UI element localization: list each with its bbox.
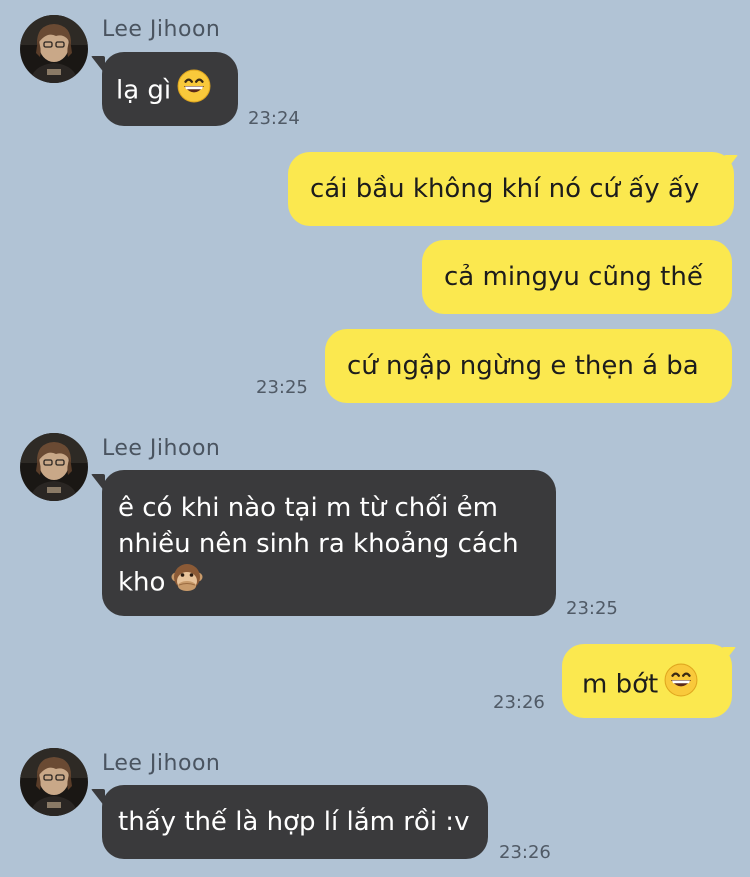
message-bubble-incoming[interactable]: lạ gì [102,52,238,126]
message-text: lạ gì [116,75,172,106]
message-bubble-incoming[interactable]: thấy thế là hợp lí lắm rồi :v [102,785,488,859]
sender-name: Lee Jihoon [102,751,221,776]
message-bubble-outgoing[interactable]: cả mingyu cũng thế [422,240,732,314]
message-text: thấy thế là hợp lí lắm rồi :v [118,807,470,837]
message-timestamp: 23:24 [248,108,300,129]
grinning-face-icon [664,662,699,707]
message-text: m bớt [582,669,659,700]
message-text: cả mingyu cũng thế [444,262,703,292]
message-bubble-incoming[interactable]: ê có khi nào tại m từ chối ẻm nhiều nên … [102,470,556,616]
grinning-face-icon [177,68,212,113]
message-timestamp: 23:25 [256,377,308,398]
message-bubble-outgoing[interactable]: m bớt [562,644,732,718]
message-timestamp: 23:26 [499,842,551,863]
avatar[interactable] [20,748,88,816]
avatar[interactable] [20,15,88,83]
message-timestamp: 23:26 [493,692,545,713]
sender-name: Lee Jihoon [102,436,221,461]
message-line: nhiều nên sinh ra khoảng cách [118,529,519,559]
message-line: ê có khi nào tại m từ chối ẻm [118,493,498,523]
message-timestamp: 23:25 [566,598,618,619]
message-bubble-outgoing[interactable]: cứ ngập ngừng e thẹn á ba [325,329,732,403]
avatar[interactable] [20,433,88,501]
message-text: cứ ngập ngừng e thẹn á ba [347,351,699,381]
message-line: kho [118,567,166,598]
see-no-evil-monkey-icon [171,562,204,604]
message-bubble-outgoing[interactable]: cái bầu không khí nó cứ ấy ấy [288,152,734,226]
sender-name: Lee Jihoon [102,17,221,42]
message-text: cái bầu không khí nó cứ ấy ấy [310,174,700,204]
